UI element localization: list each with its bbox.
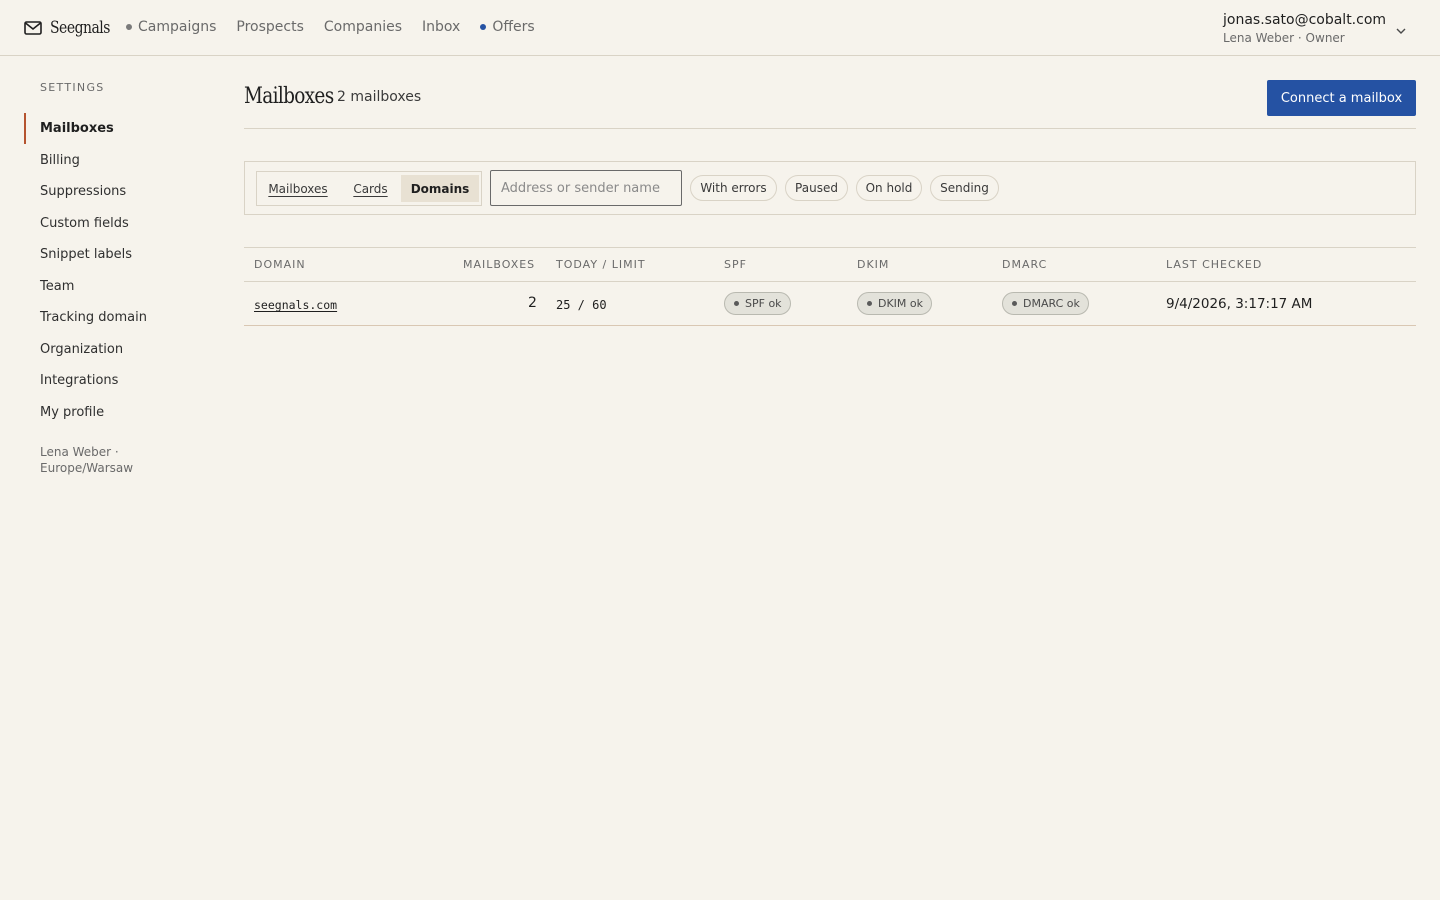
sidebar-item-team[interactable]: Team xyxy=(24,271,214,303)
filter-chip-with-errors[interactable]: With errors xyxy=(690,175,777,201)
column-header-mailboxes[interactable]: MAILBOXES xyxy=(463,258,535,271)
view-label: Mailboxes xyxy=(268,181,328,196)
column-header-last-checked[interactable]: LAST CHECKED xyxy=(1166,258,1262,271)
sidebar-item-snippet-labels[interactable]: Snippet labels xyxy=(24,239,214,271)
sidebar-item-label: Suppressions xyxy=(40,184,127,200)
column-header-dkim[interactable]: DKIM xyxy=(857,258,889,271)
user-email: jonas.sato@cobalt.com xyxy=(1223,12,1387,28)
filter-chip-on-hold[interactable]: On hold xyxy=(856,175,922,201)
status-dot-icon xyxy=(480,24,487,30)
divider xyxy=(244,128,1416,129)
nav-label: Offers xyxy=(492,19,535,35)
sidebar-item-integrations[interactable]: Integrations xyxy=(24,365,214,397)
badge-label: DMARC ok xyxy=(1023,297,1080,310)
user-menu[interactable]: jonas.sato@cobalt.com Lena Weber · Owner xyxy=(1223,11,1423,46)
top-bar: Seegnals Campaigns Prospects Companies I… xyxy=(0,0,1440,56)
connect-mailbox-button[interactable]: Connect a mailbox xyxy=(1267,80,1416,116)
view-mailboxes[interactable]: Mailboxes xyxy=(260,175,336,202)
sidebar-item-label: Billing xyxy=(40,152,80,168)
column-header-spf[interactable]: SPF xyxy=(724,258,747,271)
envelope-icon xyxy=(24,21,42,35)
search-input[interactable] xyxy=(490,170,682,206)
brand-name: Seegnals xyxy=(50,18,110,38)
sidebar-item-label: Custom fields xyxy=(40,215,129,231)
dkim-status-badge: DKIM ok xyxy=(857,292,933,315)
sidebar-item-organization[interactable]: Organization xyxy=(24,334,214,366)
sidebar-item-billing[interactable]: Billing xyxy=(24,145,214,177)
view-label: Cards xyxy=(353,181,388,196)
badge-label: SPF ok xyxy=(745,297,782,310)
view-cards[interactable]: Cards xyxy=(342,175,399,202)
column-header-dmarc[interactable]: DMARC xyxy=(1002,258,1047,271)
settings-sidebar: SETTINGS Mailboxes Billing Suppressions … xyxy=(0,56,220,900)
view-label: Domains xyxy=(410,181,470,196)
column-header-today-limit[interactable]: TODAY / LIMIT xyxy=(556,258,646,271)
sidebar-item-my-profile[interactable]: My profile xyxy=(24,397,214,429)
chevron-down-icon[interactable] xyxy=(1395,22,1407,34)
filter-bar: Mailboxes Cards Domains With errors Paus… xyxy=(244,161,1416,215)
sidebar-item-label: My profile xyxy=(40,404,105,420)
status-dot-icon xyxy=(1012,301,1017,306)
status-dot-icon xyxy=(126,24,132,30)
mailbox-count: 2 mailboxes xyxy=(337,89,422,105)
sidebar-item-label: Team xyxy=(40,278,75,294)
sidebar-footer: Lena Weber · Europe/Warsaw xyxy=(40,445,134,475)
nav-label: Inbox xyxy=(422,19,461,35)
sidebar-item-label: Integrations xyxy=(40,373,119,389)
sidebar-item-tracking-domain[interactable]: Tracking domain xyxy=(24,302,214,334)
badge-label: DKIM ok xyxy=(878,297,924,310)
user-subtitle: Lena Weber · Owner xyxy=(1223,31,1345,45)
sidebar-item-suppressions[interactable]: Suppressions xyxy=(24,176,214,208)
nav-item-inbox[interactable]: Inbox xyxy=(422,19,460,35)
column-header-domain[interactable]: DOMAIN xyxy=(254,258,306,271)
nav-label: Companies xyxy=(323,19,403,35)
main-nav: Campaigns Prospects Companies Inbox Offe… xyxy=(126,17,535,37)
today-limit-cell: 25 / 60 xyxy=(556,298,607,312)
nav-item-prospects[interactable]: Prospects xyxy=(236,19,303,35)
sidebar-item-label: Snippet labels xyxy=(40,247,133,263)
table-row[interactable]: seegnals.com 2 25 / 60 SPF ok DKIM ok DM… xyxy=(244,282,1416,326)
mailbox-count-cell: 2 xyxy=(528,295,537,311)
brand[interactable]: Seegnals xyxy=(24,16,123,40)
view-switcher: Mailboxes Cards Domains xyxy=(256,171,482,206)
nav-item-campaigns[interactable]: Campaigns xyxy=(126,19,216,35)
nav-item-offers[interactable]: Offers xyxy=(480,19,535,35)
domains-table: DOMAIN MAILBOXES TODAY / LIMIT SPF DKIM … xyxy=(244,247,1416,326)
page-title: Mailboxes xyxy=(244,84,334,109)
status-dot-icon xyxy=(867,301,872,306)
nav-label: Prospects xyxy=(236,19,304,35)
nav-item-companies[interactable]: Companies xyxy=(324,19,402,35)
sidebar-item-label: Mailboxes xyxy=(40,121,114,137)
filter-chip-sending[interactable]: Sending xyxy=(930,175,999,201)
table-header: DOMAIN MAILBOXES TODAY / LIMIT SPF DKIM … xyxy=(244,247,1416,282)
nav-label: Campaigns xyxy=(138,19,217,35)
sidebar-item-custom-fields[interactable]: Custom fields xyxy=(24,208,214,240)
sidebar-item-label: Tracking domain xyxy=(40,310,147,326)
view-domains[interactable]: Domains xyxy=(401,175,479,202)
status-dot-icon xyxy=(734,301,739,306)
sidebar-heading: SETTINGS xyxy=(40,81,105,94)
dmarc-status-badge: DMARC ok xyxy=(1002,292,1089,315)
domain-link[interactable]: seegnals.com xyxy=(254,298,337,312)
last-checked-cell: 9/4/2026, 3:17:17 AM xyxy=(1166,296,1313,312)
sidebar-list: Mailboxes Billing Suppressions Custom fi… xyxy=(24,113,214,428)
sidebar-item-mailboxes[interactable]: Mailboxes xyxy=(24,113,214,145)
filter-chip-paused[interactable]: Paused xyxy=(785,175,848,201)
sidebar-item-label: Organization xyxy=(40,341,124,357)
spf-status-badge: SPF ok xyxy=(724,292,791,315)
